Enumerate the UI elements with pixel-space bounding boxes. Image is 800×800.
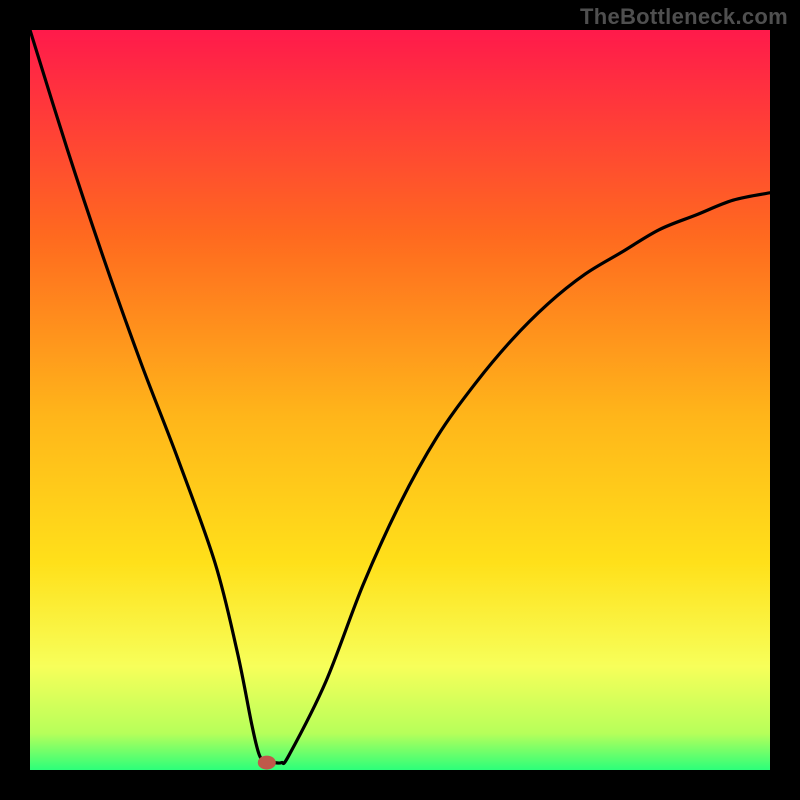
optimal-marker	[258, 756, 276, 770]
plot-svg	[30, 30, 770, 770]
attribution-label: TheBottleneck.com	[580, 4, 788, 30]
chart-frame: TheBottleneck.com	[0, 0, 800, 800]
gradient-background	[30, 30, 770, 770]
plot-area	[30, 30, 770, 770]
